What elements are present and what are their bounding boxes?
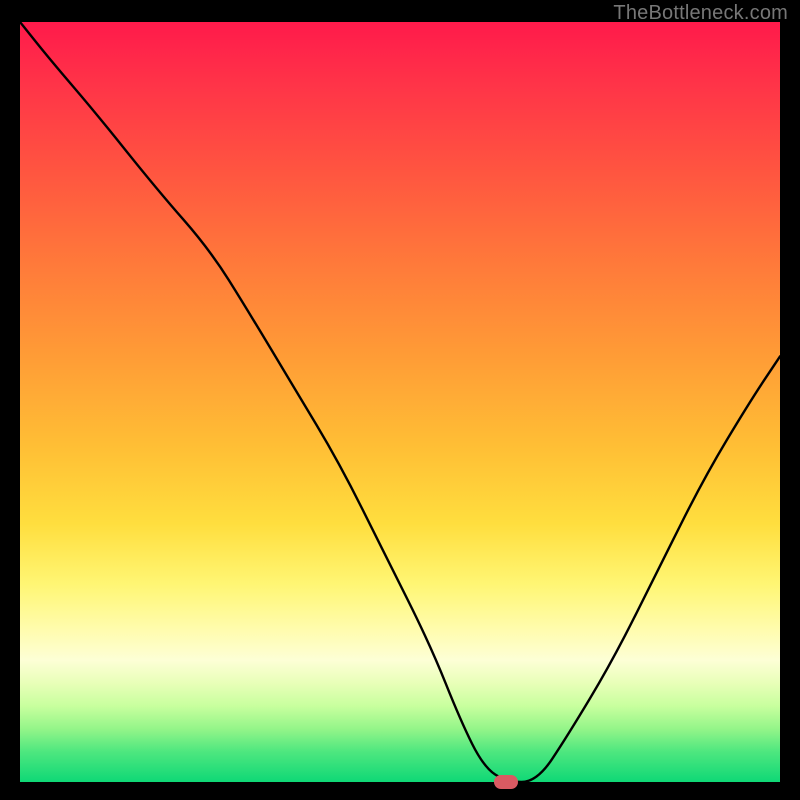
- bottleneck-curve: [20, 22, 780, 782]
- chart-frame: TheBottleneck.com: [0, 0, 800, 800]
- optimal-point-marker: [494, 775, 518, 789]
- watermark-text: TheBottleneck.com: [613, 2, 788, 25]
- plot-area: [20, 22, 780, 782]
